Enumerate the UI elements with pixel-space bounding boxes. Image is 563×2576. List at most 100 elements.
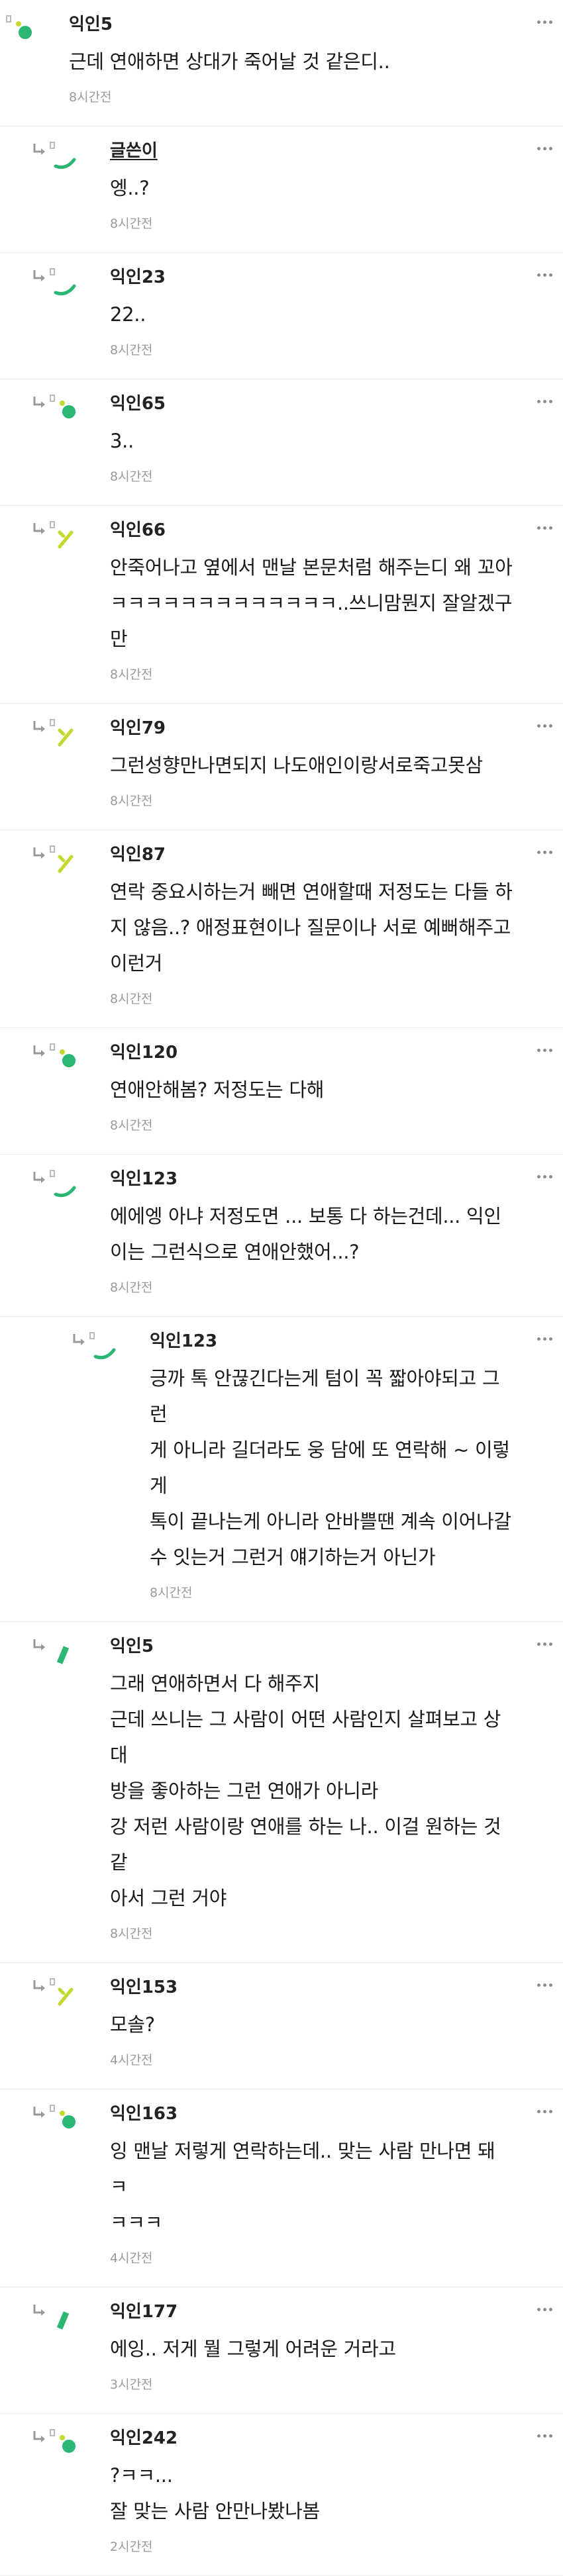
reply-arrow-icon (30, 267, 49, 286)
reply-arrow-icon (70, 1331, 89, 1350)
dots-avatar-icon (49, 2428, 86, 2465)
comment-author: 익인242 (110, 2428, 178, 2448)
reply-arrow-icon (30, 718, 49, 737)
arc-green-avatar-icon (49, 1169, 86, 1206)
comment-author: 익인5 (110, 1637, 154, 1656)
reply-arrow-icon (30, 1978, 49, 1996)
reply-comment: 익인123 에에엥 아냐 저정도면 ... 보통 다 하는건데... 익인 이는 … (0, 1155, 563, 1317)
reply-arrow-icon (30, 1169, 49, 1188)
comment-timestamp: 8시간전 (110, 667, 153, 682)
reply-arrow-icon (30, 1043, 49, 1061)
reply-arrow-icon (30, 141, 49, 160)
comment-timestamp: 4시간전 (110, 2251, 153, 2266)
reply-comment: 익인153 모솔? 4시간전 (0, 1963, 563, 2089)
dots-avatar-icon (49, 394, 86, 431)
more-options-icon[interactable] (531, 518, 558, 538)
reply-comment: 익인5 그래 연애하면서 다 해주지 근데 쓰니는 그 사람이 어떤 사람인지 살… (0, 1622, 563, 1963)
comment-text: ?ㅋㅋ... 잘 맞는 사람 안만나봤나봄 (110, 2464, 320, 2522)
more-options-icon[interactable] (531, 12, 558, 32)
check-lime-avatar-icon (49, 520, 86, 557)
dots-avatar-icon (49, 2104, 86, 2141)
comment-timestamp: 8시간전 (110, 469, 153, 484)
comment-author: 익인153 (110, 1978, 178, 1997)
dots-avatar-icon (49, 1043, 86, 1080)
comment: 익인5 근데 연애하면 상대가 죽어날 것 같은디.. 8시간전 (0, 0, 563, 126)
slash-green-avatar-icon (49, 1637, 86, 1674)
more-options-icon[interactable] (531, 2299, 558, 2319)
comment-timestamp: 8시간전 (110, 216, 153, 231)
check-lime-avatar-icon (49, 718, 86, 755)
more-options-icon[interactable] (531, 1040, 558, 1060)
comment-body: 익인120 연애안해봄? 저정도는 다해 8시간전 (110, 1041, 517, 1134)
comment-body: 익인79 그런성향만나면되지 나도애인이랑서로죽고못삼 8시간전 (110, 717, 517, 810)
comment-author: 익인66 (110, 520, 166, 540)
comment-timestamp: 8시간전 (110, 794, 153, 808)
reply-arrow-icon (30, 1637, 49, 1655)
comment-text: 그래 연애하면서 다 해주지 근데 쓰니는 그 사람이 어떤 사람인지 살펴보고… (110, 1672, 501, 1909)
comment-text: 모솔? (110, 2013, 155, 2036)
comment-body: 익인163 잉 맨날 저렇게 연락하는데.. 맞는 사람 만나면 돼 ㅋ ㅋㅋㅋ 4… (110, 2103, 517, 2267)
comment-text: 엥..? (110, 177, 150, 199)
comment-author: 익인120 (110, 1043, 178, 1063)
comment-body: 익인5 그래 연애하면서 다 해주지 근데 쓰니는 그 사람이 어떤 사람인지 살… (110, 1635, 517, 1942)
comment-text: 에잉.. 저게 뭘 그렇게 어려운 거라고 (110, 2338, 396, 2360)
dots-avatar-icon (5, 15, 42, 52)
comment-body: 익인66 안죽어나고 옆에서 맨날 본문처럼 해주는디 왜 꼬아 ㅋㅋㅋㅋㅋㅋㅋㅋ… (110, 519, 517, 683)
comment-body: 익인123 긍까 톡 안끊긴다는게 텀이 꼭 짧아야되고 그런 게 아니라 길더라… (150, 1330, 517, 1601)
comment-text: 안죽어나고 옆에서 맨날 본문처럼 해주는디 왜 꼬아 ㅋㅋㅋㅋㅋㅋㅋㅋㅋㅋㅋㅋ… (110, 556, 513, 650)
comment-text: 연애안해봄? 저정도는 다해 (110, 1078, 325, 1101)
comment-body: 익인153 모솔? 4시간전 (110, 1976, 517, 2069)
comment-author: 익인87 (110, 845, 166, 865)
check-lime-avatar-icon (49, 845, 86, 882)
nested-reply-comment: 익인123 긍까 톡 안끊긴다는게 텀이 꼭 짧아야되고 그런 게 아니라 길더라… (0, 1317, 563, 1622)
reply-comment: 익인65 3.. 8시간전 (0, 379, 563, 506)
more-options-icon[interactable] (531, 1975, 558, 1995)
reply-arrow-icon (30, 2104, 49, 2123)
comment-author: 익인123 (150, 1331, 218, 1351)
comment-list: 익인5 근데 연애하면 상대가 죽어날 것 같은디.. 8시간전 글쓴이 엥..? 8시간… (0, 0, 563, 2576)
reply-comment: 익인66 안죽어나고 옆에서 맨날 본문처럼 해주는디 왜 꼬아 ㅋㅋㅋㅋㅋㅋㅋㅋ… (0, 506, 563, 704)
comment-text: 긍까 톡 안끊긴다는게 텀이 꼭 짧아야되고 그런 게 아니라 길더라도 웅 담… (150, 1367, 511, 1568)
reply-arrow-icon (30, 845, 49, 863)
reply-comment: 익인177 에잉.. 저게 뭘 그렇게 어려운 거라고 3시간전 (0, 2287, 563, 2414)
comment-author-op: 글쓴이 (110, 141, 158, 161)
reply-arrow-icon (30, 2302, 49, 2320)
more-options-icon[interactable] (531, 1167, 558, 1186)
comment-author: 익인5 (69, 15, 113, 34)
reply-comment: 글쓴이엥..? 8시간전 (0, 126, 563, 253)
comment-timestamp: 8시간전 (110, 343, 153, 358)
more-options-icon[interactable] (531, 138, 558, 158)
reply-arrow-icon (30, 520, 49, 539)
comment-body: 익인5 근데 연애하면 상대가 죽어날 것 같은디.. 8시간전 (69, 13, 517, 106)
slash-green-avatar-icon (49, 2302, 86, 2339)
more-options-icon[interactable] (531, 2426, 558, 2446)
comment-author: 익인177 (110, 2302, 178, 2322)
more-options-icon[interactable] (531, 716, 558, 736)
reply-comment: 익인23 22.. 8시간전 (0, 253, 563, 379)
comment-timestamp: 8시간전 (69, 90, 112, 105)
comment-timestamp: 8시간전 (150, 1586, 193, 1600)
more-options-icon[interactable] (531, 842, 558, 862)
comment-timestamp: 8시간전 (110, 1927, 153, 1941)
comment-text: 근데 연애하면 상대가 죽어날 것 같은디.. (69, 50, 390, 73)
comment-timestamp: 4시간전 (110, 2053, 153, 2068)
more-options-icon[interactable] (531, 265, 558, 285)
comment-author: 익인79 (110, 718, 166, 738)
more-options-icon[interactable] (531, 391, 558, 411)
arc-green-avatar-icon (49, 267, 86, 305)
reply-arrow-icon (30, 2428, 49, 2447)
check-lime-avatar-icon (49, 1978, 86, 2015)
reply-comment: 익인79 그런성향만나면되지 나도애인이랑서로죽고못삼 8시간전 (0, 704, 563, 830)
comment-body: 글쓴이엥..? 8시간전 (110, 140, 517, 232)
comment-timestamp: 8시간전 (110, 1280, 153, 1295)
comment-body: 익인23 22.. 8시간전 (110, 266, 517, 359)
comment-body: 익인65 3.. 8시간전 (110, 393, 517, 485)
comment-body: 익인123 에에엥 아냐 저정도면 ... 보통 다 하는건데... 익인 이는 … (110, 1168, 517, 1296)
comment-text: 22.. (110, 303, 146, 326)
arc-green-avatar-icon (89, 1331, 126, 1368)
more-options-icon[interactable] (531, 1329, 558, 1349)
comment-author: 익인163 (110, 2104, 178, 2124)
more-options-icon[interactable] (531, 1634, 558, 1654)
comment-text: 에에엥 아냐 저정도면 ... 보통 다 하는건데... 익인 이는 그런식으로… (110, 1205, 501, 1263)
more-options-icon[interactable] (531, 2101, 558, 2121)
